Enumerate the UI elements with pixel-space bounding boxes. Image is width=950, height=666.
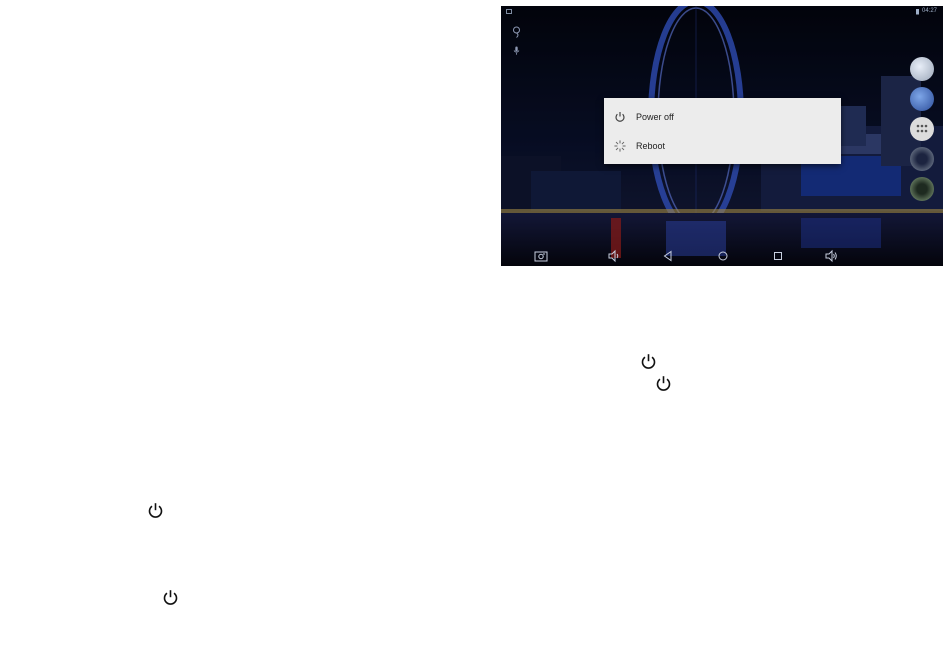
notification-icon — [506, 9, 512, 14]
back-icon[interactable] — [660, 248, 676, 264]
navigation-bar — [501, 246, 943, 266]
recents-icon[interactable] — [770, 248, 786, 264]
power-off-label: Power off — [636, 112, 674, 122]
google-search-icon[interactable] — [512, 26, 521, 38]
status-bar: 04:27 — [501, 6, 943, 18]
app-drawer-icon[interactable] — [910, 117, 934, 141]
volume-up-icon[interactable] — [823, 248, 839, 264]
reboot-item[interactable]: Reboot — [604, 131, 841, 161]
screenshot-icon[interactable] — [533, 248, 549, 264]
voice-search-icon[interactable] — [513, 46, 520, 55]
power-icon — [615, 112, 625, 122]
reboot-label: Reboot — [636, 141, 666, 151]
power-icon — [656, 376, 671, 391]
power-icon — [641, 354, 656, 369]
android-screen: 04:27 Power off Reboot — [501, 6, 943, 266]
app-icon-browser[interactable] — [910, 87, 934, 111]
spinner-icon — [614, 140, 626, 152]
battery-icon — [916, 9, 919, 15]
app-icon-camera[interactable] — [910, 177, 934, 201]
status-time: 04:27 — [922, 8, 938, 14]
home-icon[interactable] — [715, 248, 731, 264]
volume-down-icon[interactable] — [606, 248, 622, 264]
power-icon — [163, 590, 178, 605]
power-menu-dialog: Power off Reboot — [604, 98, 841, 164]
app-icon-settings[interactable] — [910, 147, 934, 171]
app-icon-cd[interactable] — [910, 57, 934, 81]
power-icon — [148, 503, 163, 518]
power-off-item[interactable]: Power off — [604, 102, 841, 132]
